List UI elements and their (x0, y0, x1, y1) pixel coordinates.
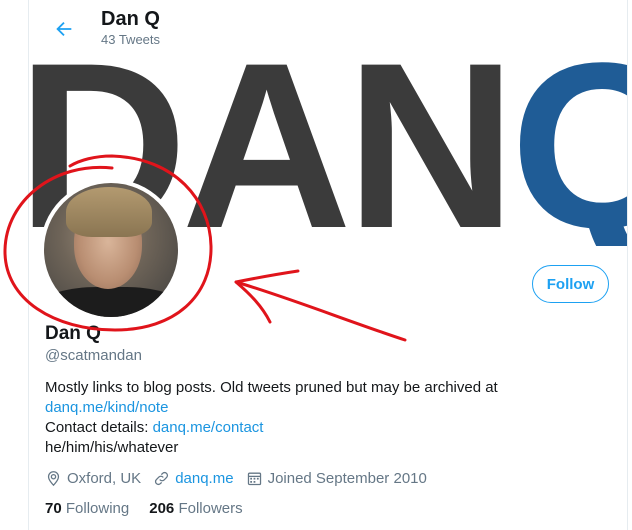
location-pin-icon (47, 470, 60, 486)
profile-handle: @scatmandan (45, 347, 142, 364)
right-border (627, 0, 628, 530)
profile-bio: Mostly links to blog posts. Old tweets p… (45, 378, 615, 458)
header-tweet-count: 43 Tweets (101, 32, 161, 47)
website-link[interactable]: danq.me (175, 470, 233, 487)
follow-button[interactable]: Follow (532, 265, 609, 303)
avatar-shirt (44, 287, 178, 317)
arrow-left-icon (56, 21, 72, 37)
bio-link-contact[interactable]: danq.me/contact (153, 419, 264, 436)
meta-location: Oxford, UK (45, 470, 141, 487)
bio-contact-prefix: Contact details: (45, 419, 153, 436)
bio-pronouns: he/him/his/whatever (45, 439, 179, 456)
avatar-hair (66, 187, 152, 237)
following-count: 70 (45, 500, 62, 517)
meta-website: danq.me (153, 470, 234, 487)
profile-stats: 70 Following 206 Followers (45, 500, 263, 517)
profile-name: Dan Q (45, 323, 101, 344)
profile-meta: Oxford, UK danq.me Joined September 2010 (45, 467, 439, 489)
following-link[interactable]: 70 Following (45, 500, 129, 517)
header-title: Dan Q (101, 8, 160, 30)
followers-label: Followers (178, 500, 243, 517)
followers-link[interactable]: 206 Followers (149, 500, 242, 517)
avatar-photo (44, 183, 178, 317)
followers-count: 206 (149, 500, 175, 517)
location-text: Oxford, UK (67, 469, 142, 487)
avatar[interactable] (40, 179, 182, 321)
bio-link-kind-note[interactable]: danq.me/kind/note (45, 399, 168, 416)
profile-header-bar: Dan Q 43 Tweets (29, 0, 627, 59)
back-button[interactable] (47, 12, 81, 46)
annotation-arrow-head (234, 269, 300, 324)
link-icon (155, 471, 169, 485)
joined-text: Joined September 2010 (267, 469, 427, 487)
banner-logo-blue: Q (510, 58, 627, 246)
annotation-arrow-shaft (234, 280, 407, 342)
bio-line-1: Mostly links to blog posts. Old tweets p… (45, 379, 498, 396)
calendar-icon (247, 472, 261, 485)
meta-joined: Joined September 2010 (246, 470, 427, 487)
following-label: Following (65, 500, 130, 517)
